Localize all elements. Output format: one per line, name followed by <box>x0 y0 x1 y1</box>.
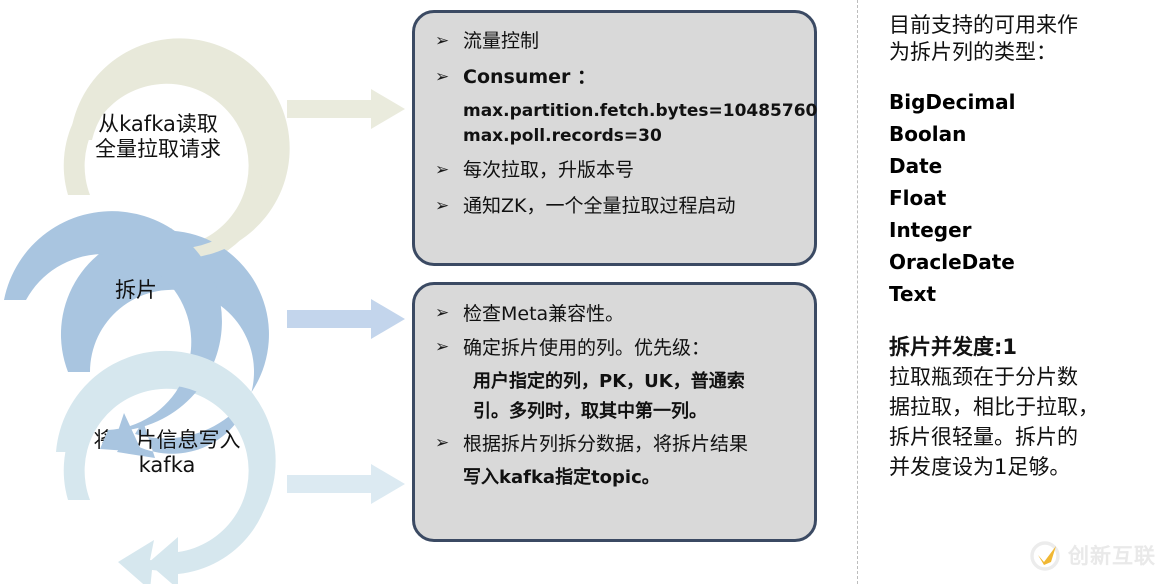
bullet-item: ➢ 根据拆片列拆分数据，将拆片结果 <box>431 429 798 460</box>
chevron-bullet-icon: ➢ <box>435 303 450 323</box>
list-item: Date <box>889 154 943 178</box>
ring-step-3-shape <box>56 350 276 584</box>
type-list: BigDecimal Boolan Date Float Integer Ora… <box>889 86 1159 310</box>
bullet-subline: 引。多列时，取其中第一列。 <box>473 401 707 422</box>
bullet-item: ➢ 确定拆片使用的列。优先级： <box>431 333 798 364</box>
watermark-text: 创新互联 <box>1068 544 1156 568</box>
list-item: Float <box>889 186 947 210</box>
chevron-bullet-icon: ➢ <box>435 433 450 453</box>
bullet-subline: max.poll.records=30 <box>463 126 662 146</box>
list-item: BigDecimal <box>889 90 1016 114</box>
bullet-item: ➢ Consumer ： <box>431 63 798 91</box>
ring-step-2-shape <box>4 211 222 452</box>
bullet-text: 确定拆片使用的列。优先级： <box>463 337 711 359</box>
bullet-text: 检查Meta兼容性。 <box>463 303 625 325</box>
sharding-details-box: ➢ 检查Meta兼容性。 ➢ 确定拆片使用的列。优先级： 用户指定的列，PK，U… <box>412 282 817 542</box>
slide-canvas: 从kafka读取 全量拉取请求 拆片 将分片信息写入 kafka ➢ 流量控制 … <box>0 0 1175 584</box>
read-request-details-box: ➢ 流量控制 ➢ Consumer ： max.partition.fetch.… <box>412 10 817 266</box>
bullet-text: 流量控制 <box>463 30 540 52</box>
circular-flow-overlay <box>4 38 290 584</box>
bullet-text: Consumer ： <box>463 66 597 88</box>
chevron-bullet-icon: ➢ <box>435 337 450 357</box>
list-item: Boolan <box>889 122 967 146</box>
panel-heading: 目前支持的可用来作 为拆片列的类型： <box>889 13 1078 64</box>
chevron-bullet-icon: ➢ <box>435 196 450 216</box>
chevron-bullet-icon: ➢ <box>435 67 450 87</box>
watermark: 创新互联 <box>1029 537 1167 575</box>
list-item: Integer <box>889 218 972 242</box>
bullet-subline: 用户指定的列，PK，UK，普通索 <box>473 371 745 392</box>
chevron-bullet-icon: ➢ <box>435 31 450 51</box>
bullet-subline: max.partition.fetch.bytes=10485760 <box>463 101 818 121</box>
bullet-item: ➢ 检查Meta兼容性。 <box>431 299 798 330</box>
bullet-text: 通知ZK，一个全量拉取过程启动 <box>463 195 736 217</box>
bullet-item: ➢ 流量控制 <box>431 27 798 55</box>
supported-types-panel: 目前支持的可用来作 为拆片列的类型： BigDecimal Boolan Dat… <box>889 12 1159 482</box>
bullet-item: ➢ 通知ZK，一个全量拉取过程启动 <box>431 192 798 220</box>
concurrency-note-title: 拆片并发度:1 <box>889 335 1018 359</box>
brand-logo-icon <box>1030 541 1060 571</box>
bullet-subline: 写入kafka指定topic。 <box>463 467 660 488</box>
bullet-text: 每次拉取，升版本号 <box>463 159 635 181</box>
bullet-item: ➢ 每次拉取，升版本号 <box>431 156 798 184</box>
bullet-text: 根据拆片列拆分数据，将拆片结果 <box>463 433 749 455</box>
vertical-dashed-divider <box>857 0 858 584</box>
list-item: OracleDate <box>889 250 1015 274</box>
concurrency-note-body: 拉取瓶颈在于分片数 据拉取，相比于拉取， 拆片很轻量。拆片的 并发度设为1足够。 <box>889 365 1099 479</box>
chevron-bullet-icon: ➢ <box>435 160 450 180</box>
list-item: Text <box>889 282 937 306</box>
